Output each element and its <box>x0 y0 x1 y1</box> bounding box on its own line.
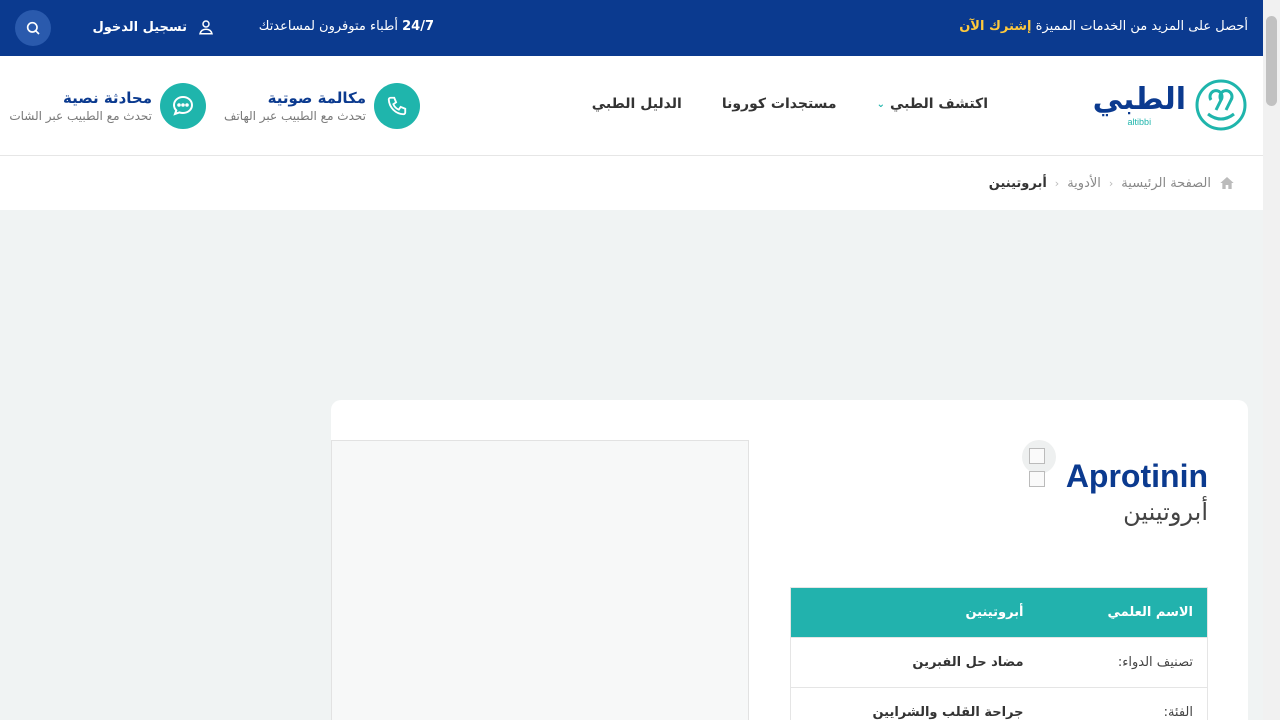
row-value: مضاد حل الفبرين <box>790 637 1038 688</box>
chat-icon-wrap <box>160 83 206 129</box>
site-logo[interactable]: الطبي altibbi <box>1093 78 1248 132</box>
breadcrumb-home[interactable]: الصفحة الرئيسية <box>1121 176 1211 191</box>
nav-corona-label: مستجدات كورونا <box>721 96 837 112</box>
logo-text-en: altibbi <box>1127 117 1152 127</box>
breadcrumb-medicines[interactable]: الأدوية <box>1067 176 1101 191</box>
top-bar: أحصل على المزيد من الخدمات المميزة إشترك… <box>0 0 1263 56</box>
text-chat-subtitle: تحدث مع الطبيب عبر الشات <box>9 109 152 123</box>
login-button[interactable]: تسجيل الدخول <box>92 18 215 36</box>
logo-mark-icon <box>1195 79 1247 131</box>
drug-card: Aprotinin أبروتينين الاسم العلمي أبروتين… <box>331 400 1248 720</box>
row-key: الاسم العلمي <box>1037 587 1208 638</box>
main-header: الطبي altibbi اكتشف الطبي ⌄ مستجدات كورو… <box>0 56 1263 156</box>
search-button[interactable] <box>15 10 51 46</box>
row-key: الفئة: <box>1037 687 1208 720</box>
main-nav: اكتشف الطبي ⌄ مستجدات كورونا الدليل الطب… <box>592 96 988 112</box>
text-chat-service[interactable]: محادثة نصية تحدث مع الطبيب عبر الشات <box>9 83 206 129</box>
login-label: تسجيل الدخول <box>92 19 187 35</box>
search-icon <box>26 21 40 35</box>
chevron-left-icon: ‹ <box>1054 176 1060 190</box>
nav-guide-label: الدليل الطبي <box>591 96 682 112</box>
chevron-left-icon: ‹ <box>1108 176 1114 190</box>
subscribe-link[interactable]: إشترك الآن <box>959 19 1031 34</box>
drug-info-table: الاسم العلمي أبروتينين تصنيف الدواء: مضا… <box>790 587 1208 720</box>
nav-corona[interactable]: مستجدات كورونا <box>722 96 837 112</box>
broken-image-icon <box>1029 471 1045 487</box>
text-chat-title: محادثة نصية <box>62 89 152 107</box>
page-scrollbar[interactable] <box>1263 0 1280 720</box>
scrollbar-thumb[interactable] <box>1266 16 1277 106</box>
table-row: الاسم العلمي أبروتينين <box>790 587 1208 638</box>
table-row: تصنيف الدواء: مضاد حل الفبرين <box>790 637 1208 688</box>
broken-image-icon <box>1029 448 1045 464</box>
voice-call-title: مكالمة صوتية <box>267 89 366 107</box>
promo-banner[interactable]: أحصل على المزيد من الخدمات المميزة إشترك… <box>959 19 1248 34</box>
row-key: تصنيف الدواء: <box>1037 637 1208 688</box>
table-row: الفئة: جراحة القلب والشرايين <box>790 687 1208 720</box>
drug-name-ar: أبروتينين <box>1123 498 1208 526</box>
availability-hours: 24/7 <box>402 19 434 34</box>
chevron-down-icon: ⌄ <box>876 98 885 110</box>
ad-placeholder <box>331 440 749 720</box>
phone-icon <box>387 96 407 116</box>
logo-wordmark: الطبي altibbi <box>1092 82 1186 128</box>
nav-explore[interactable]: اكتشف الطبي ⌄ <box>877 96 988 112</box>
row-value: جراحة القلب والشرايين <box>790 687 1038 720</box>
home-icon[interactable] <box>1219 175 1235 191</box>
logo-text-ar: الطبي <box>1092 82 1186 117</box>
phone-icon-wrap <box>374 83 420 129</box>
row-value: أبروتينين <box>790 587 1038 638</box>
breadcrumb-current: أبروتينين <box>988 175 1047 191</box>
voice-call-subtitle: تحدث مع الطبيب عبر الهاتف <box>224 109 366 123</box>
nav-guide[interactable]: الدليل الطبي <box>592 96 682 112</box>
doctor-availability: 24/7 أطباء متوفرون لمساعدتك <box>259 19 434 34</box>
availability-text: أطباء متوفرون لمساعدتك <box>258 19 398 34</box>
nav-explore-label: اكتشف الطبي <box>889 96 988 112</box>
breadcrumb: الصفحة الرئيسية ‹ الأدوية ‹ أبروتينين <box>0 156 1263 210</box>
promo-text: أحصل على المزيد من الخدمات المميزة <box>1035 19 1248 34</box>
drug-name-en: Aprotinin <box>1065 458 1208 494</box>
voice-call-service[interactable]: مكالمة صوتية تحدث مع الطبيب عبر الهاتف <box>224 83 420 129</box>
user-icon <box>199 20 213 35</box>
chat-icon <box>172 95 194 116</box>
